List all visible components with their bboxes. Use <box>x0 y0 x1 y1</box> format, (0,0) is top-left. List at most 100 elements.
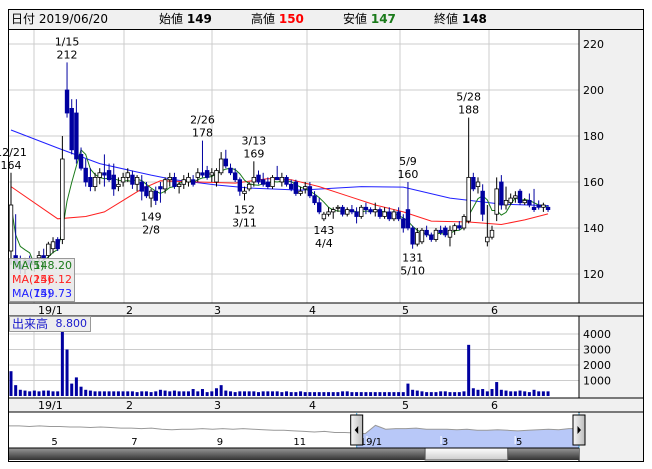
candle-down <box>144 186 149 197</box>
volume-bar <box>196 391 200 396</box>
volume-bar <box>434 392 438 396</box>
volume-bar <box>18 389 22 396</box>
candle-down <box>499 181 504 206</box>
volume-bar <box>243 391 246 396</box>
volume-bar <box>177 391 181 396</box>
volume-bar <box>271 391 275 396</box>
candle-up <box>522 199 527 204</box>
candle-up <box>270 176 275 187</box>
scrollbar-thumb[interactable] <box>424 447 509 461</box>
candle-up <box>195 172 200 178</box>
candle-up <box>214 170 219 183</box>
candle-up <box>50 241 56 250</box>
price-tick-label: 200 <box>583 84 604 97</box>
candle-up <box>335 206 341 209</box>
volume-bar <box>112 391 116 396</box>
candle-down <box>480 190 485 215</box>
volume-bar <box>509 391 513 396</box>
close-field: 終値 148 <box>434 10 487 29</box>
candle-up <box>186 176 191 183</box>
candle-down <box>312 195 317 204</box>
candle-down <box>340 206 345 215</box>
candle-down <box>88 176 93 187</box>
volume-bar <box>546 391 550 396</box>
candle-down <box>545 206 551 211</box>
volume-bar <box>219 385 223 396</box>
volume-bar <box>457 392 461 396</box>
candle-down <box>387 211 392 220</box>
ma25-value: 146.12 <box>33 273 73 286</box>
high-value: 150 <box>278 12 304 26</box>
high-annotation-value: 178 <box>192 127 213 140</box>
candle-up <box>120 176 126 183</box>
volume-bar <box>448 392 452 396</box>
volume-bar <box>537 391 541 396</box>
volume-bar <box>210 391 214 396</box>
volume-bar <box>214 388 218 396</box>
volume-bar <box>116 391 120 396</box>
navigator-label: 3 <box>442 437 448 448</box>
candle-up <box>251 176 257 183</box>
volume-bar <box>527 392 531 396</box>
low-annotation-value: 143 <box>313 224 334 237</box>
volume-bar <box>467 344 471 396</box>
candle-down <box>349 209 355 213</box>
volume-bar <box>70 383 74 396</box>
volume-bar <box>261 391 265 396</box>
candle-down <box>517 190 523 204</box>
volume-bar <box>32 390 36 396</box>
candle-down <box>106 170 112 181</box>
candle-up <box>218 158 224 174</box>
volume-bar <box>420 391 424 396</box>
volume-tick-label: 3000 <box>583 344 611 357</box>
candle-up <box>447 229 453 238</box>
candle-up <box>433 229 439 240</box>
low-annotation-value: 152 <box>234 203 255 216</box>
candle-down <box>527 199 532 206</box>
candle-up <box>345 209 350 215</box>
volume-bar <box>387 392 391 396</box>
month-label: 3 <box>214 304 221 317</box>
volume-bar <box>14 385 18 396</box>
candle-down <box>172 176 177 187</box>
candle-down <box>111 174 116 190</box>
candle-up <box>167 176 172 181</box>
high-annotation-date: 5/28 <box>456 91 481 104</box>
volume-bar <box>443 391 447 396</box>
volume-bar <box>513 391 517 396</box>
candle-down <box>228 167 233 174</box>
volume-bar <box>172 390 176 396</box>
candle-down <box>190 179 196 185</box>
stock-chart: 220200180160140120400030002000100019/119… <box>0 9 644 462</box>
volume-bar <box>299 391 303 396</box>
candle-up <box>541 204 546 208</box>
volume-month-label: 4 <box>309 399 316 412</box>
volume-bar <box>28 391 32 396</box>
candle-down <box>438 229 443 234</box>
month-axis-strip <box>9 303 643 316</box>
low-annotation-value: 131 <box>402 252 423 265</box>
candle-down <box>64 89 70 114</box>
volume-bar <box>355 392 359 396</box>
candle-down <box>288 183 294 190</box>
candle-down <box>536 204 541 208</box>
candle-down <box>410 227 415 245</box>
price-tick-label: 180 <box>583 130 604 143</box>
candle-down <box>307 186 313 197</box>
volume-bar <box>331 392 335 396</box>
volume-bar <box>280 392 284 396</box>
volume-bar <box>397 392 401 396</box>
candle-up <box>508 197 513 204</box>
low-annotation-date: 4/4 <box>315 237 333 250</box>
volume-tick-label: 1000 <box>583 375 611 388</box>
volume-month-label: 5 <box>402 399 409 412</box>
month-label: 5 <box>402 304 409 317</box>
date-value: 2019/06/20 <box>38 12 109 26</box>
high-annotation-date: 3/13 <box>241 134 266 147</box>
candle-up <box>326 211 331 215</box>
candle-down <box>256 174 261 183</box>
volume-bar <box>228 391 232 396</box>
volume-bar <box>23 390 27 396</box>
low-annotation-value: 149 <box>141 210 162 223</box>
volume-bar <box>182 391 186 396</box>
